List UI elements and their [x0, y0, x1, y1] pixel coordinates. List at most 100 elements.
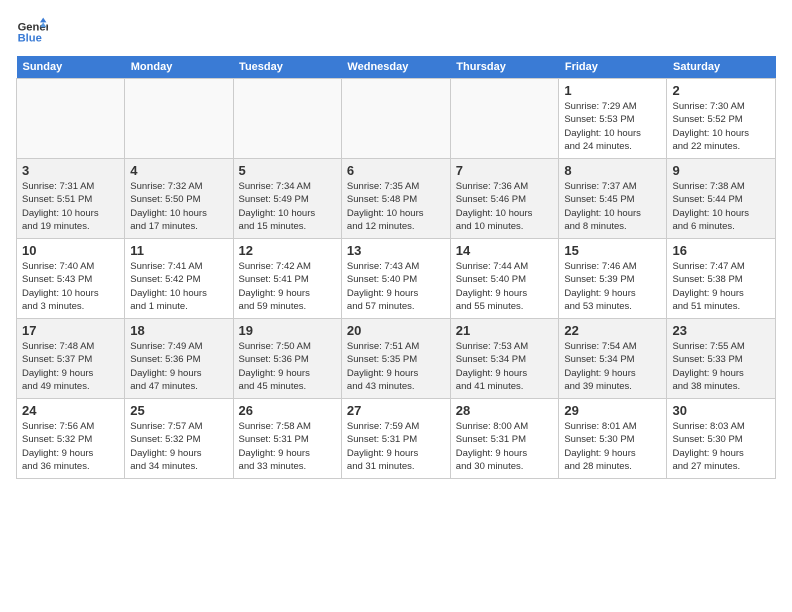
calendar-cell: 14 Sunrise: 7:44 AM Sunset: 5:40 PM Dayli… — [450, 239, 559, 319]
day-number: 26 — [239, 403, 336, 418]
calendar-cell: 6Sunrise: 7:35 AM Sunset: 5:48 PM Daylig… — [341, 159, 450, 239]
day-info: Sunrise: 7:44 AM Sunset: 5:40 PM Dayligh… — [456, 260, 554, 313]
day-number: 2 — [672, 83, 770, 98]
week-row-3: 17 Sunrise: 7:48 AM Sunset: 5:37 PM Dayli… — [17, 319, 776, 399]
calendar-cell: 1 Sunrise: 7:29 AM Sunset: 5:53 PM Daylig… — [559, 79, 667, 159]
logo: General Blue — [16, 16, 52, 48]
calendar-cell: 26 Sunrise: 7:58 AM Sunset: 5:31 PM Dayli… — [233, 399, 341, 479]
day-info: Sunrise: 7:47 AM Sunset: 5:38 PM Dayligh… — [672, 260, 770, 313]
day-number: 14 — [456, 243, 554, 258]
calendar-cell: 13Sunrise: 7:43 AM Sunset: 5:40 PM Dayli… — [341, 239, 450, 319]
day-info: Sunrise: 8:01 AM Sunset: 5:30 PM Dayligh… — [564, 420, 661, 473]
calendar-cell: 5 Sunrise: 7:34 AM Sunset: 5:49 PM Daylig… — [233, 159, 341, 239]
header-sunday: Sunday — [17, 56, 125, 79]
calendar-cell: 23 Sunrise: 7:55 AM Sunset: 5:33 PM Dayli… — [667, 319, 776, 399]
calendar-cell: 11 Sunrise: 7:41 AM Sunset: 5:42 PM Dayli… — [125, 239, 233, 319]
day-number: 5 — [239, 163, 336, 178]
day-info: Sunrise: 7:32 AM Sunset: 5:50 PM Dayligh… — [130, 180, 227, 233]
calendar-cell: 25 Sunrise: 7:57 AM Sunset: 5:32 PM Dayli… — [125, 399, 233, 479]
day-info: Sunrise: 7:30 AM Sunset: 5:52 PM Dayligh… — [672, 100, 770, 153]
header-monday: Monday — [125, 56, 233, 79]
calendar-cell: 19Sunrise: 7:50 AM Sunset: 5:36 PM Dayli… — [233, 319, 341, 399]
day-info: Sunrise: 8:00 AM Sunset: 5:31 PM Dayligh… — [456, 420, 554, 473]
week-row-4: 24 Sunrise: 7:56 AM Sunset: 5:32 PM Dayli… — [17, 399, 776, 479]
day-info: Sunrise: 7:46 AM Sunset: 5:39 PM Dayligh… — [564, 260, 661, 313]
day-number: 28 — [456, 403, 554, 418]
day-number: 18 — [130, 323, 227, 338]
day-number: 29 — [564, 403, 661, 418]
day-info: Sunrise: 7:41 AM Sunset: 5:42 PM Dayligh… — [130, 260, 227, 313]
calendar-cell — [125, 79, 233, 159]
calendar-cell: 28 Sunrise: 8:00 AM Sunset: 5:31 PM Dayli… — [450, 399, 559, 479]
week-row-1: 3 Sunrise: 7:31 AM Sunset: 5:51 PM Daylig… — [17, 159, 776, 239]
header-saturday: Saturday — [667, 56, 776, 79]
day-number: 17 — [22, 323, 119, 338]
calendar-cell: 20 Sunrise: 7:51 AM Sunset: 5:35 PM Dayli… — [341, 319, 450, 399]
day-info: Sunrise: 7:56 AM Sunset: 5:32 PM Dayligh… — [22, 420, 119, 473]
header-thursday: Thursday — [450, 56, 559, 79]
day-info: Sunrise: 7:31 AM Sunset: 5:51 PM Dayligh… — [22, 180, 119, 233]
day-number: 4 — [130, 163, 227, 178]
day-number: 25 — [130, 403, 227, 418]
day-number: 1 — [564, 83, 661, 98]
calendar-cell: 30 Sunrise: 8:03 AM Sunset: 5:30 PM Dayli… — [667, 399, 776, 479]
calendar-cell: 4 Sunrise: 7:32 AM Sunset: 5:50 PM Daylig… — [125, 159, 233, 239]
calendar-cell: 27 Sunrise: 7:59 AM Sunset: 5:31 PM Dayli… — [341, 399, 450, 479]
day-number: 23 — [672, 323, 770, 338]
calendar-cell: 24 Sunrise: 7:56 AM Sunset: 5:32 PM Dayli… — [17, 399, 125, 479]
calendar-cell: 16 Sunrise: 7:47 AM Sunset: 5:38 PM Dayli… — [667, 239, 776, 319]
week-row-0: 1 Sunrise: 7:29 AM Sunset: 5:53 PM Daylig… — [17, 79, 776, 159]
day-number: 21 — [456, 323, 554, 338]
calendar-cell: 3 Sunrise: 7:31 AM Sunset: 5:51 PM Daylig… — [17, 159, 125, 239]
day-number: 30 — [672, 403, 770, 418]
calendar-cell: 10 Sunrise: 7:40 AM Sunset: 5:43 PM Dayli… — [17, 239, 125, 319]
day-info: Sunrise: 7:49 AM Sunset: 5:36 PM Dayligh… — [130, 340, 227, 393]
day-info: Sunrise: 7:29 AM Sunset: 5:53 PM Dayligh… — [564, 100, 661, 153]
day-info: Sunrise: 7:51 AM Sunset: 5:35 PM Dayligh… — [347, 340, 445, 393]
day-number: 16 — [672, 243, 770, 258]
day-info: Sunrise: 7:40 AM Sunset: 5:43 PM Dayligh… — [22, 260, 119, 313]
calendar-cell: 29 Sunrise: 8:01 AM Sunset: 5:30 PM Dayli… — [559, 399, 667, 479]
day-number: 27 — [347, 403, 445, 418]
header-friday: Friday — [559, 56, 667, 79]
calendar-header-row: SundayMondayTuesdayWednesdayThursdayFrid… — [17, 56, 776, 79]
day-info: Sunrise: 7:54 AM Sunset: 5:34 PM Dayligh… — [564, 340, 661, 393]
calendar-cell: 8 Sunrise: 7:37 AM Sunset: 5:45 PM Daylig… — [559, 159, 667, 239]
day-info: Sunrise: 7:58 AM Sunset: 5:31 PM Dayligh… — [239, 420, 336, 473]
day-number: 12 — [239, 243, 336, 258]
day-number: 20 — [347, 323, 445, 338]
day-number: 8 — [564, 163, 661, 178]
day-info: Sunrise: 7:42 AM Sunset: 5:41 PM Dayligh… — [239, 260, 336, 313]
day-number: 3 — [22, 163, 119, 178]
day-number: 22 — [564, 323, 661, 338]
logo-icon: General Blue — [16, 16, 48, 48]
day-info: Sunrise: 7:43 AM Sunset: 5:40 PM Dayligh… — [347, 260, 445, 313]
day-number: 10 — [22, 243, 119, 258]
header-tuesday: Tuesday — [233, 56, 341, 79]
day-info: Sunrise: 7:48 AM Sunset: 5:37 PM Dayligh… — [22, 340, 119, 393]
calendar-cell: 9Sunrise: 7:38 AM Sunset: 5:44 PM Daylig… — [667, 159, 776, 239]
header: General Blue — [16, 16, 776, 48]
calendar-cell: 17 Sunrise: 7:48 AM Sunset: 5:37 PM Dayli… — [17, 319, 125, 399]
day-number: 11 — [130, 243, 227, 258]
day-number: 7 — [456, 163, 554, 178]
day-number: 24 — [22, 403, 119, 418]
calendar-cell: 18 Sunrise: 7:49 AM Sunset: 5:36 PM Dayli… — [125, 319, 233, 399]
calendar-cell: 15Sunrise: 7:46 AM Sunset: 5:39 PM Dayli… — [559, 239, 667, 319]
day-info: Sunrise: 7:53 AM Sunset: 5:34 PM Dayligh… — [456, 340, 554, 393]
day-info: Sunrise: 7:55 AM Sunset: 5:33 PM Dayligh… — [672, 340, 770, 393]
calendar-cell — [450, 79, 559, 159]
week-row-2: 10 Sunrise: 7:40 AM Sunset: 5:43 PM Dayli… — [17, 239, 776, 319]
day-info: Sunrise: 7:34 AM Sunset: 5:49 PM Dayligh… — [239, 180, 336, 233]
day-info: Sunrise: 7:59 AM Sunset: 5:31 PM Dayligh… — [347, 420, 445, 473]
day-number: 9 — [672, 163, 770, 178]
day-info: Sunrise: 7:57 AM Sunset: 5:32 PM Dayligh… — [130, 420, 227, 473]
day-info: Sunrise: 8:03 AM Sunset: 5:30 PM Dayligh… — [672, 420, 770, 473]
header-wednesday: Wednesday — [341, 56, 450, 79]
calendar-cell: 21 Sunrise: 7:53 AM Sunset: 5:34 PM Dayli… — [450, 319, 559, 399]
calendar-cell — [233, 79, 341, 159]
day-info: Sunrise: 7:50 AM Sunset: 5:36 PM Dayligh… — [239, 340, 336, 393]
day-info: Sunrise: 7:36 AM Sunset: 5:46 PM Dayligh… — [456, 180, 554, 233]
calendar-table: SundayMondayTuesdayWednesdayThursdayFrid… — [16, 56, 776, 479]
day-info: Sunrise: 7:37 AM Sunset: 5:45 PM Dayligh… — [564, 180, 661, 233]
